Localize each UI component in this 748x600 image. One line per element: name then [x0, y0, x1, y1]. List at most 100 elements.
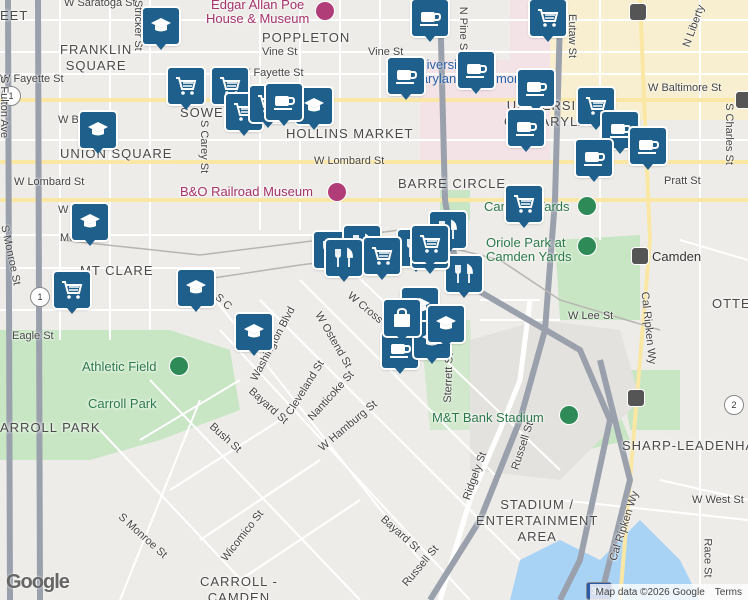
graduation-cap-icon [302, 94, 326, 118]
map-data-label[interactable]: Map data ©2026 Google [596, 587, 705, 598]
area-mt-clare: MT CLARE [80, 263, 154, 278]
graduation-cap-icon [434, 312, 458, 336]
cart-marker-12[interactable] [530, 0, 566, 42]
cart-marker-30[interactable] [364, 238, 400, 280]
poe-house-label[interactable]: Edgar Allan Poe House & Museum [206, 0, 309, 26]
street-s-fulton: S Fulton Ave [0, 76, 10, 139]
cafe-marker-14[interactable] [266, 84, 302, 126]
food-marker-29[interactable] [326, 240, 362, 282]
street-pratt: Pratt St [664, 175, 701, 187]
street-w-saratoga: W Saratoga St [64, 0, 136, 9]
street-n-pine: N Pine St [457, 6, 470, 54]
coffee-cup-icon [608, 118, 632, 142]
athletic-field-label[interactable]: Athletic Field [82, 359, 156, 374]
cafe-marker-16[interactable] [458, 52, 494, 94]
graduation-cap-icon [184, 276, 208, 300]
cafe-marker-17[interactable] [518, 70, 554, 112]
park-pin-icon-4[interactable] [560, 406, 578, 424]
street-s-charles: S Charles St [722, 103, 735, 165]
cafe-marker-18[interactable] [508, 110, 544, 152]
camden-station-label[interactable]: Camden [652, 249, 701, 264]
school-marker-3[interactable] [178, 270, 214, 312]
rail-station-icon-4[interactable] [736, 92, 748, 108]
area-carroll-park: ARROLL PARK [0, 420, 101, 435]
cart-marker-6[interactable] [168, 68, 204, 110]
rail-station-icon-2[interactable] [628, 390, 644, 406]
shopping-cart-icon [60, 278, 84, 302]
bag-marker-35[interactable] [384, 300, 420, 342]
park-pin-icon-3[interactable] [578, 237, 596, 255]
cafe-marker-36[interactable] [412, 0, 448, 42]
shopping-cart-icon [512, 192, 536, 216]
coffee-cup-icon [524, 76, 548, 100]
street-w-fayette-2: W Fayette St [240, 67, 304, 79]
park-pin-icon[interactable] [170, 357, 188, 375]
rail-station-icon[interactable] [632, 248, 648, 264]
area-barre-circle: BARRE CIRCLE [398, 176, 507, 191]
street-race: Race St [701, 538, 714, 578]
museum-pin-icon-2[interactable] [328, 183, 346, 201]
cart-marker-31[interactable] [412, 226, 448, 268]
area-franklin-square: FRANKLIN SQUARE [60, 42, 133, 73]
google-logo: Google [6, 571, 70, 593]
bo-museum-label[interactable]: B&O Railroad Museum [180, 184, 313, 199]
area-hollins-market: HOLLINS MARKET [286, 126, 414, 141]
street-eutaw: Eutaw St [566, 13, 579, 59]
shopping-cart-icon [536, 6, 560, 30]
shopping-bag-icon [390, 306, 414, 330]
graduation-cap-icon [149, 14, 173, 38]
street-eagle: Eagle St [12, 330, 54, 342]
park-pin-icon-2[interactable] [578, 197, 596, 215]
area-sharp-leadenhall: SHARP-LEADENHALL [622, 438, 748, 453]
area-carroll-camden: CARROLL - CAMDEN [200, 574, 278, 600]
school-marker-0[interactable] [143, 8, 179, 50]
food-marker-27[interactable] [446, 256, 482, 298]
area-union-square: UNION SQUARE [60, 146, 173, 161]
shopping-cart-icon [174, 74, 198, 98]
route-1-shield: 1 [30, 287, 50, 307]
fork-knife-icon [452, 262, 476, 286]
graduation-cap-icon [242, 320, 266, 344]
street-w-baltimore-left: W B [58, 114, 79, 126]
fork-knife-icon [332, 246, 356, 270]
school-marker-1[interactable] [80, 112, 116, 154]
coffee-cup-icon [418, 6, 442, 30]
coffee-cup-icon [636, 134, 660, 158]
cafe-marker-15[interactable] [388, 58, 424, 100]
cart-marker-10[interactable] [54, 272, 90, 314]
street-vine: Vine St [262, 46, 298, 58]
route-2-shield: 2 [724, 395, 744, 415]
street-w-lombard-left: W Lombard St [14, 176, 85, 188]
shopping-cart-icon [370, 244, 394, 268]
terms-link[interactable]: Terms [715, 587, 742, 598]
area-stadium: STADIUM / ENTERTAINMENT AREA [476, 497, 599, 544]
shopping-cart-icon [418, 232, 442, 256]
graduation-cap-icon [86, 118, 110, 142]
attribution-bar: Map data ©2026 Google Terms [589, 584, 748, 600]
street-w-baltimore-right: W Baltimore St [648, 82, 722, 94]
area-otterbein: OTTE [712, 296, 748, 311]
coffee-cup-icon [464, 58, 488, 82]
route-2-label: 2 [731, 400, 737, 410]
street-w-lee: W Lee St [568, 310, 614, 322]
street-w-west: W West St [692, 494, 744, 506]
school-marker-2[interactable] [72, 204, 108, 246]
route-1-label-2: 1 [37, 292, 43, 302]
coffee-cup-icon [582, 146, 606, 170]
museum-pin-icon[interactable] [316, 2, 334, 20]
map-canvas[interactable]: 1 1 2 395 FRANKLIN SQUARE POPPLETON SOWE… [0, 0, 748, 600]
area-poppleton: POPPLETON [262, 30, 351, 45]
cafe-marker-20[interactable] [576, 140, 612, 182]
street-sterrett: Sterrett St [441, 353, 456, 403]
rail-station-icon-3[interactable] [630, 4, 646, 20]
school-marker-34[interactable] [428, 306, 464, 348]
carroll-park-label[interactable]: Carroll Park [88, 396, 157, 411]
coffee-cup-icon [272, 90, 296, 114]
cart-marker-11[interactable] [506, 186, 542, 228]
coffee-cup-icon [394, 64, 418, 88]
oriole-park-label[interactable]: Oriole Park at Camden Yards [486, 236, 572, 264]
school-marker-4[interactable] [236, 314, 272, 356]
area-feet: EET [0, 8, 29, 23]
coffee-cup-icon [514, 116, 538, 140]
cafe-marker-21[interactable] [630, 128, 666, 170]
